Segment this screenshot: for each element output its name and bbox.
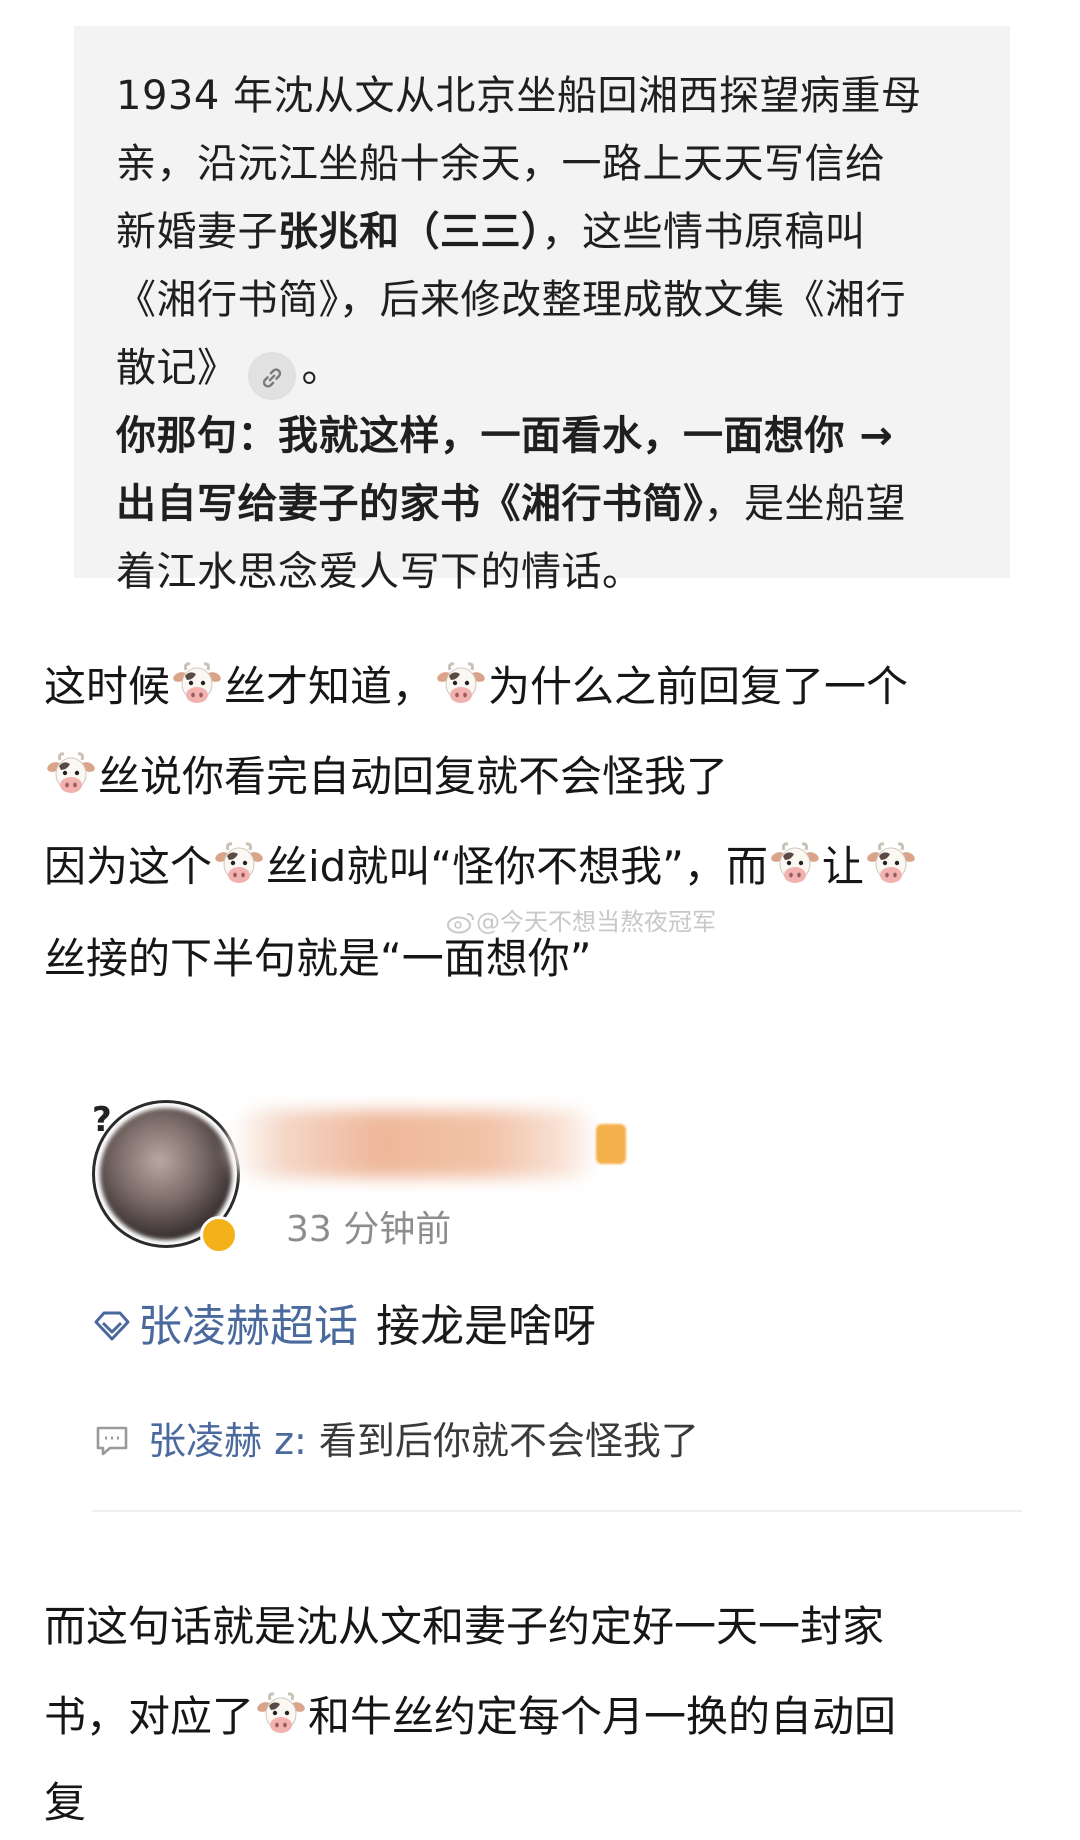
quote-line-6: 你那句：我就这样，一面看水，一面想你 →	[116, 413, 894, 459]
link-icon[interactable]	[247, 352, 296, 400]
paragraph-1-line-3: 因为这个 丝id就叫“怪你不想我”，而 让	[44, 830, 1044, 904]
quote-line-4: 《湘行书简》，后来修改整理成散文集《湘行	[116, 277, 906, 323]
comment-bubble-icon	[96, 1426, 128, 1456]
p2-l2-a: 书，对应了	[44, 1692, 255, 1741]
p1-l3-a: 因为这个	[44, 842, 213, 891]
quote-box: 1934 年沈从文从北京坐船回湘西探望病重母 亲，沿沅江坐船十余天，一路上天天写…	[74, 26, 1010, 595]
quote-line-7-bold: 出自写给妻子的家书《湘行书简》	[116, 481, 704, 527]
paragraph-1-line-2: 丝说你看完自动回复就不会怪我了	[44, 740, 1044, 814]
cow-icon	[436, 660, 486, 710]
quote-line-3-pre: 新婚妻子	[116, 209, 278, 255]
quote-line-7: 出自写给妻子的家书《湘行书简》，是坐船望	[116, 470, 970, 538]
quote-line-3-post: ，这些情书原稿叫	[541, 209, 866, 255]
divider	[92, 1510, 1022, 1512]
p1-l1-b: 丝才知道，	[224, 662, 435, 711]
comment-timestamp: 33 分钟前	[286, 1209, 452, 1250]
paragraph-2-line-1: 而这句话就是沈从文和妻子约定好一天一封家	[44, 1602, 885, 1651]
quote-line-3: 新婚妻子张兆和（三三），这些情书原稿叫	[116, 198, 970, 266]
quote-line-1: 1934 年沈从文从北京坐船回湘西探望病重母	[116, 73, 922, 119]
p1-l3-c: 让	[821, 842, 864, 891]
p1-l1-a: 这时候	[44, 662, 171, 711]
quote-line-8: 着江水思念爱人写下的情话。	[116, 549, 643, 595]
watermark-text: @今天不想当熬夜冠军	[476, 908, 716, 936]
comment-topic-row: 张凌赫超话 接龙是啥呀	[92, 1290, 596, 1354]
comment-text: 接龙是啥呀	[376, 1301, 596, 1352]
watermark: @今天不想当熬夜冠军	[446, 902, 716, 937]
p1-l2: 丝说你看完自动回复就不会怪我了	[98, 752, 729, 801]
cow-icon	[256, 1690, 306, 1740]
paragraph-2-line-2: 书，对应了 和牛丝约定每个月一换的自动回	[44, 1680, 1044, 1754]
reply-text: 看到后你就不会怪我了	[306, 1419, 699, 1463]
quote-line-7-post: ，是坐船望	[703, 481, 906, 527]
cow-icon	[46, 750, 96, 800]
cow-icon	[172, 660, 222, 710]
quote-line-2: 亲，沿沅江坐船十余天，一路上天天写信给	[116, 141, 886, 187]
p1-l3-b: 丝id就叫“怪你不想我”，而	[266, 842, 768, 891]
quote-line-5: 散记》 。	[116, 334, 970, 402]
p2-l2-b: 和牛丝约定每个月一换的自动回	[308, 1692, 897, 1741]
cow-icon	[866, 840, 916, 890]
blurred-username[interactable]	[230, 1110, 600, 1178]
reply-username[interactable]: 张凌赫 z:	[148, 1419, 307, 1463]
quote-line-5-text: 散记》	[116, 345, 238, 391]
topic-link[interactable]: 张凌赫超话	[138, 1301, 358, 1352]
comment-reply-row[interactable]: 张凌赫 z: 看到后你就不会怪我了	[92, 1410, 699, 1465]
verified-badge-icon	[200, 1216, 238, 1254]
user-level-badge-icon	[596, 1124, 626, 1164]
paragraph-1-line-1: 这时候 丝才知道， 为什么之前回复了一个	[44, 650, 1044, 724]
weibo-logo-icon	[447, 913, 474, 934]
p1-l1-c: 为什么之前回复了一个	[488, 662, 909, 711]
quote-line-5-end: 。	[301, 345, 342, 391]
diamond-topic-icon	[94, 1311, 130, 1341]
cow-icon	[770, 840, 820, 890]
quote-name-bold: 张兆和（三三）	[278, 209, 542, 255]
cow-icon	[214, 840, 264, 890]
avatar[interactable]	[92, 1100, 242, 1254]
paragraph-2-line-3: 复	[44, 1778, 87, 1827]
